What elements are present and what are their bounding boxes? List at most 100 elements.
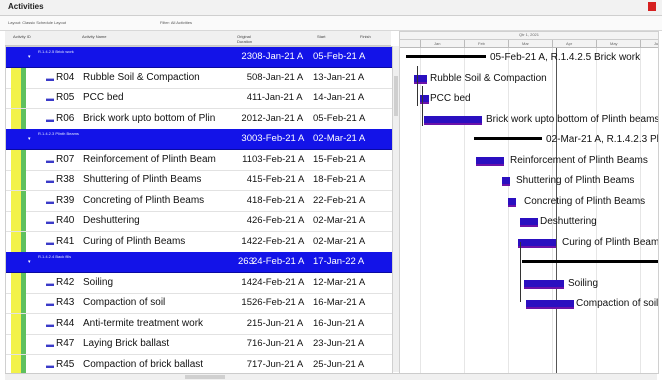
duration-cell: 5 [246, 71, 252, 83]
activity-row[interactable]: ▬ R42 Soiling 14 24-Feb-21 A 12-Mar-21 A [6, 272, 392, 294]
activity-row[interactable]: ▬ R40 Deshuttering 4 26-Feb-21 A 02-Mar-21 A [6, 211, 392, 232]
start-cell: 08-Jan-21 A [252, 51, 304, 62]
timeline-top-label: Qtr 1, 2021 [400, 32, 658, 40]
gantt-bar-label: Concreting of Plinth Beams [524, 195, 646, 207]
activity-name: Brick work upto bottom of Plin [83, 112, 216, 124]
activity-icon: ▬ [46, 278, 54, 288]
start-cell: 16-Jun-21 A [252, 338, 304, 349]
activity-row[interactable]: ▬ R39 Concreting of Plinth Beams 4 18-Feb-21… [6, 190, 392, 212]
gantt-bar-label: Rubble Soil & Compaction [430, 72, 547, 84]
activity-icon: ▬ [46, 94, 54, 103]
activity-icon: ▬ [46, 299, 54, 308]
strip-yellow [11, 190, 21, 211]
activity-bar[interactable] [414, 74, 427, 84]
activity-name: Compaction of brick ballast [83, 358, 204, 370]
collapse-icon[interactable]: ▾ [28, 259, 31, 265]
activity-row[interactable]: ▬ R44 Anti-termite treatment work 2 15-Jun-2… [6, 313, 392, 335]
summary-bar[interactable] [406, 55, 486, 58]
timeline-month-label: May [610, 41, 618, 46]
gantt-row: Deshuttering [400, 213, 658, 233]
start-cell: 26-Feb-21 A [252, 297, 305, 308]
finish-cell: 02-Mar-21 A [313, 133, 366, 144]
vertical-scrollbar[interactable] [392, 46, 399, 372]
gantt-bar-label: Reinforcement of Plinth Beams [510, 154, 648, 166]
activity-icon: ▬ [46, 217, 54, 226]
col-header-id[interactable]: Activity ID [13, 34, 31, 39]
gantt-chart: Qtr 1, 2021 Jan Feb Mar Apr May Jun 05-Feb-21… [399, 31, 659, 374]
activity-bar[interactable] [526, 300, 574, 309]
close-icon[interactable] [648, 2, 656, 11]
activity-row[interactable]: ▬ R07 Reinforcement of Plinth Beam 11 03-Feb… [6, 149, 392, 171]
activity-bar[interactable] [520, 218, 538, 227]
start-cell: 17-Jun-21 A [252, 358, 304, 370]
duration-cell: 7 [246, 338, 252, 349]
start-cell: 11-Jan-21 A [252, 92, 303, 103]
strip-green [21, 149, 26, 170]
strip-yellow [11, 293, 21, 313]
finish-cell: 17-Jan-22 A [313, 256, 365, 267]
summary-bar[interactable] [522, 260, 658, 263]
start-cell: 03-Feb-21 A [252, 153, 305, 165]
timeline-month-label: Jan [434, 41, 441, 46]
horizontal-scrollbar[interactable] [5, 373, 657, 380]
activity-row[interactable]: ▬ R43 Compaction of soil 15 26-Feb-21 A 16-Ma… [6, 293, 392, 314]
gantt-row: Brick work upto bottom of Plinth beams [400, 111, 658, 131]
activity-row[interactable]: ▬ R05 PCC bed 4 11-Jan-21 A 14-Jan-21 A [6, 88, 392, 109]
col-header-start[interactable]: Start [317, 34, 325, 39]
layout-label[interactable]: Layout: Classic Schedule Layout [8, 20, 66, 25]
gantt-row: 05-Feb-21 A, R.1.4.2.5 Brick work [400, 49, 658, 69]
activity-bar[interactable] [424, 115, 482, 125]
col-header-duration[interactable]: Original Duration [237, 34, 259, 44]
strip-green [21, 272, 26, 293]
gantt-row [400, 254, 658, 274]
col-header-name[interactable]: Activity Name [82, 34, 106, 39]
wbs-row[interactable]: ▾ R.1.4.2.4 Back fills 263 24-Feb-21 A 17-Ja… [6, 252, 392, 273]
collapse-icon[interactable]: ▾ [28, 136, 31, 142]
activity-row[interactable]: ▬ R45 Compaction of brick ballast 7 17-Jun-2… [6, 354, 392, 373]
collapse-icon[interactable]: ▾ [28, 54, 31, 60]
gantt-row: PCC bed [400, 90, 658, 110]
activity-bar[interactable] [476, 156, 504, 166]
finish-cell: 02-Mar-21 A [313, 215, 366, 226]
duration-cell: 14 [241, 276, 252, 288]
activity-name: Soiling [83, 276, 114, 288]
finish-cell: 14-Jan-21 A [313, 92, 365, 103]
activity-bar[interactable] [518, 238, 556, 248]
wbs-row[interactable]: ▾ R.1.4.2.5 Brick work 23 08-Jan-21 A 05-Feb… [6, 47, 392, 68]
finish-cell: 05-Feb-21 A [313, 112, 366, 124]
duration-cell: 7 [246, 358, 252, 370]
activity-icon: ▬ [46, 237, 54, 247]
activity-name: Deshuttering [83, 215, 140, 226]
col-header-finish[interactable]: Finish [360, 34, 371, 39]
activity-id: R43 [56, 297, 75, 308]
activity-bar[interactable] [502, 177, 510, 186]
filter-label[interactable]: Filter: All Activities [160, 20, 192, 25]
activity-icon: ▬ [46, 73, 54, 83]
duration-cell: 20 [241, 112, 252, 124]
duration-cell: 4 [246, 92, 252, 103]
strip-green [21, 313, 26, 334]
start-cell: 15-Feb-21 A [252, 174, 305, 185]
activity-row[interactable]: ▬ R47 Laying Brick ballast 7 16-Jun-21 A 23-J… [6, 334, 392, 355]
strip-yellow [11, 334, 21, 354]
wbs-name: R.1.4.2.5 Brick work [38, 49, 74, 54]
activity-table: ▾ R.1.4.2.5 Brick work 23 08-Jan-21 A 05-Feb… [5, 46, 393, 374]
activity-row[interactable]: ▬ R38 Shuttering of Plinth Beams 4 15-Feb-21… [6, 170, 392, 191]
gantt-row: 02-Mar-21 A, R.1.4.2.3 Plinth Beams [400, 131, 658, 151]
activity-bar[interactable] [524, 279, 564, 289]
strip-green [21, 108, 26, 129]
activity-icon: ▬ [46, 155, 54, 165]
activity-bar[interactable] [508, 197, 516, 207]
wbs-row[interactable]: ▾ R.1.4.2.3 Plinth Beams 30 03-Feb-21 A 02-M… [6, 129, 392, 150]
gantt-bar-label: PCC bed [430, 93, 471, 104]
duration-cell: 4 [246, 215, 252, 226]
gantt-row: Compaction of soil [400, 295, 658, 315]
summary-bar[interactable] [474, 137, 542, 140]
activity-row[interactable]: ▬ R41 Curing of Plinth Beams 14 22-Feb-21 A 0… [6, 231, 392, 253]
strip-green [21, 231, 26, 252]
activity-id: R42 [56, 276, 75, 288]
finish-cell: 16-Jun-21 A [313, 317, 365, 329]
activity-icon: ▬ [46, 176, 54, 185]
activity-row[interactable]: ▬ R06 Brick work upto bottom of Plin 20 12-J… [6, 108, 392, 130]
activity-row[interactable]: ▬ R04 Rubble Soil & Compaction 5 08-Jan-21 A… [6, 67, 392, 89]
